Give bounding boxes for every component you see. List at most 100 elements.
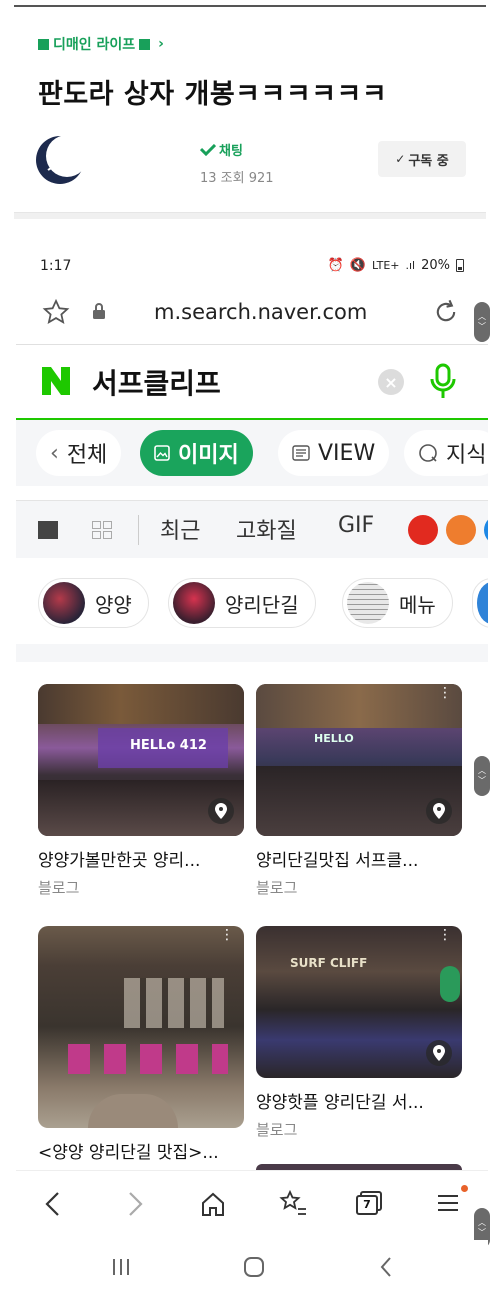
color-filter-red[interactable] — [408, 515, 438, 545]
back-chevron-icon[interactable] — [378, 1255, 394, 1279]
related-chips: 양양 양리단길 메뉴 — [16, 564, 488, 644]
more-options-icon[interactable]: ⋮ — [438, 928, 452, 942]
category-square-icon — [139, 38, 151, 50]
more-options-icon[interactable]: ⋮ — [220, 928, 234, 942]
storefront-sign: SURF CLIFF — [290, 956, 368, 970]
image-icon — [154, 445, 170, 461]
post-title: 판도라 상자 개봉ㅋㅋㅋㅋㅋㅋ — [38, 79, 388, 110]
result-title[interactable]: <양양 양리단길 맛집>... — [38, 1138, 244, 1163]
result-title[interactable]: 양양가볼만한곳 양리... — [38, 846, 244, 871]
tab-all[interactable]: ‹ 전체 — [36, 430, 122, 476]
post-category-link[interactable]: 디매인 라이프 › — [38, 34, 164, 54]
chip-label: 양양 — [95, 592, 132, 617]
chip-more[interactable] — [472, 578, 488, 628]
scroll-handle[interactable]: ︿ ﹀ — [474, 302, 490, 342]
result-thumbnail[interactable]: HELLO ⋮ — [256, 684, 462, 836]
color-filter-orange[interactable] — [446, 515, 476, 545]
android-nav-bar — [16, 1240, 488, 1292]
status-bar: 1:17 ⏰ 🔇 LTE+ .ıl 20% — [40, 258, 464, 280]
tab-count: 7 — [356, 1195, 378, 1215]
chip-label: 양리단길 — [225, 592, 299, 617]
color-filter-blue[interactable] — [484, 515, 488, 545]
image-filter-bar: 최근 고화질 GIF — [16, 500, 488, 558]
tab-view[interactable]: VIEW — [278, 430, 390, 476]
bookmark-star-icon[interactable] — [42, 298, 70, 326]
bookmarks-icon[interactable] — [278, 1189, 308, 1219]
mic-icon[interactable] — [428, 363, 458, 401]
battery-percent: 20% — [421, 258, 450, 273]
signal-icon: .ıl — [405, 259, 416, 272]
neon-sign: HELLO — [314, 732, 354, 745]
result-source: 블로그 — [256, 1121, 298, 1139]
result-thumbnail[interactable]: HELLo 412 — [38, 684, 244, 836]
forward-icon[interactable] — [124, 1189, 146, 1219]
tab-knowledge[interactable]: 지식 — [404, 430, 488, 476]
mute-icon: 🔇 — [349, 258, 366, 273]
menu-icon — [438, 1195, 458, 1211]
tab-images[interactable]: 이미지 — [140, 430, 253, 476]
image-result-card[interactable]: HELLO ⋮ 양리단길맛집 서프클... 블로그 — [256, 684, 462, 898]
search-query[interactable]: 서프클리프 — [92, 362, 221, 402]
chip-menu[interactable]: 메뉴 — [342, 578, 453, 628]
neon-sign: HELLo 412 — [130, 738, 207, 753]
result-source: 블로그 — [256, 879, 298, 897]
stools — [68, 1044, 228, 1074]
image-result-card[interactable]: HELLo 412 양양가볼만한곳 양리... 블로그 — [38, 684, 244, 898]
network-label: LTE+ — [371, 259, 400, 272]
chip-thumbnail — [43, 582, 85, 624]
chip-thumbnail — [477, 582, 488, 624]
result-title[interactable]: 양양핫플 양리단길 서... — [256, 1088, 462, 1113]
subscribe-button[interactable]: ✓ 구독 중 — [378, 141, 466, 177]
single-view-icon[interactable] — [38, 521, 58, 539]
subscribe-label: 구독 중 — [408, 153, 449, 169]
tab-label: 전체 — [66, 443, 108, 468]
location-pin-icon[interactable] — [426, 1040, 452, 1066]
tab-label: 지식 — [446, 443, 487, 468]
url-text[interactable]: m.search.naver.com — [154, 300, 367, 324]
image-result-card[interactable]: ⋮ <양양 양리단길 맛집>... — [38, 926, 244, 1163]
scroll-handle[interactable]: ︿ ﹀ — [474, 756, 490, 796]
author-info: 채팅 13 조회 921 — [200, 140, 274, 186]
chip-thumbnail — [347, 582, 389, 624]
status-time: 1:17 — [40, 258, 72, 274]
chip-yangridangil[interactable]: 양리단길 — [168, 578, 316, 628]
section-separator — [16, 644, 488, 662]
location-pin-icon[interactable] — [426, 798, 452, 824]
browser-bottom-nav: 7 — [16, 1170, 488, 1236]
naver-logo-icon[interactable] — [40, 365, 72, 397]
table-food — [88, 1094, 178, 1128]
home-square-icon[interactable] — [242, 1255, 266, 1279]
reload-icon[interactable] — [432, 298, 460, 326]
filter-gif[interactable]: GIF — [338, 513, 374, 538]
chat-link[interactable]: 채팅 — [200, 140, 274, 159]
tab-label: 이미지 — [178, 443, 239, 468]
alarm-icon: ⏰ — [327, 258, 344, 273]
tabs-button[interactable]: 7 — [356, 1191, 382, 1215]
filter-divider — [138, 515, 139, 545]
menu-button[interactable] — [436, 1185, 468, 1215]
naver-search-bar: 서프클리프 × — [16, 344, 488, 420]
recent-apps-icon[interactable] — [110, 1256, 132, 1278]
browser-url-bar: m.search.naver.com — [40, 294, 464, 334]
chevron-right-icon: › — [158, 36, 164, 52]
chat-label: 채팅 — [219, 144, 243, 159]
back-icon[interactable] — [42, 1189, 64, 1219]
result-title[interactable]: 양리단길맛집 서프클... — [256, 846, 462, 871]
filter-recent[interactable]: 최근 — [160, 513, 200, 545]
chip-yangyang[interactable]: 양양 — [38, 578, 149, 628]
check-icon: ✓ — [395, 152, 406, 166]
location-pin-icon[interactable] — [208, 798, 234, 824]
result-source: 블로그 — [38, 879, 80, 897]
post-meta: 13 조회 921 — [200, 171, 274, 186]
lock-icon — [93, 303, 105, 319]
home-icon[interactable] — [200, 1189, 226, 1219]
filter-hires[interactable]: 고화질 — [236, 513, 297, 545]
grid-view-icon[interactable] — [92, 521, 112, 539]
image-result-card[interactable]: SURF CLIFF ⋮ 양양핫플 양리단길 서... 블로그 — [256, 926, 462, 1140]
result-thumbnail[interactable]: ⋮ — [38, 926, 244, 1128]
author-avatar[interactable] — [34, 134, 88, 186]
question-icon — [419, 444, 437, 462]
result-thumbnail[interactable]: SURF CLIFF ⋮ — [256, 926, 462, 1078]
clear-search-button[interactable]: × — [378, 369, 404, 395]
more-options-icon[interactable]: ⋮ — [438, 686, 452, 700]
